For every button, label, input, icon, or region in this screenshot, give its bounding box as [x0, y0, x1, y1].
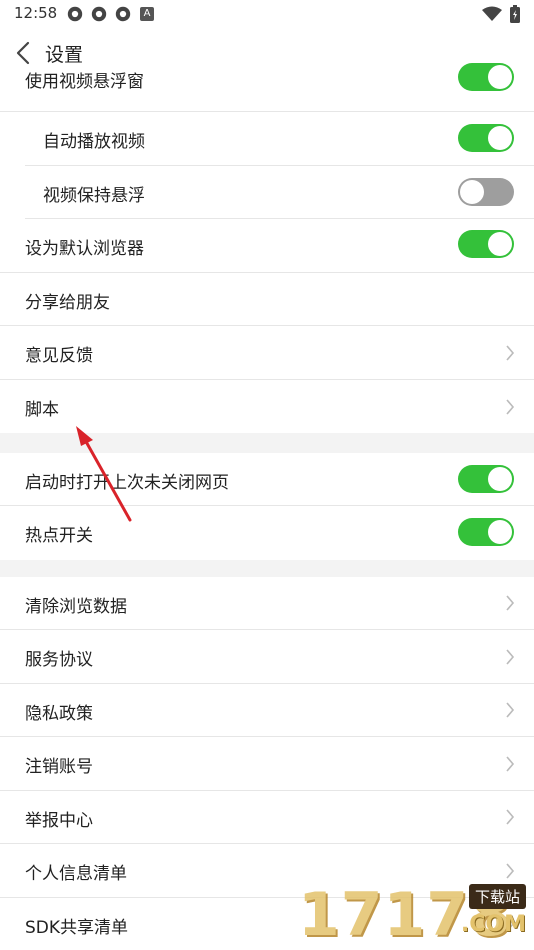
- row-label: 视频保持悬浮: [43, 186, 145, 206]
- gear-icon: [91, 6, 107, 22]
- gear-icon: [67, 6, 83, 22]
- settings-row-report-center[interactable]: 举报中心: [0, 791, 534, 844]
- settings-row-clear-browsing-data[interactable]: 清除浏览数据: [0, 577, 534, 630]
- hotspot-toggle[interactable]: [458, 518, 514, 546]
- row-label: 服务协议: [25, 650, 93, 670]
- notification-icons: A: [66, 5, 154, 23]
- row-label: 脚本: [25, 400, 59, 420]
- status-time: 12:58: [14, 4, 58, 22]
- video-keep-floating-toggle[interactable]: [458, 178, 514, 206]
- toggle-knob: [488, 520, 512, 544]
- settings-row-feedback[interactable]: 意见反馈: [0, 326, 534, 380]
- toggle-knob: [488, 126, 512, 150]
- toggle-knob: [488, 65, 512, 89]
- gear-icon: [115, 6, 131, 22]
- chevron-right-icon: [506, 595, 515, 611]
- settings-row-service-agreement[interactable]: 服务协议: [0, 630, 534, 684]
- section-gap: [0, 560, 534, 577]
- row-label: 自动播放视频: [43, 132, 145, 152]
- row-label: 隐私政策: [25, 704, 93, 724]
- settings-row-autoplay-video[interactable]: 自动播放视频: [0, 112, 534, 166]
- chevron-right-icon: [506, 756, 515, 772]
- row-label: 分享给朋友: [25, 293, 110, 313]
- watermark-badge: 下载站: [468, 884, 526, 909]
- autoplay-video-toggle[interactable]: [458, 124, 514, 152]
- settings-row-video-float-window[interactable]: 使用视频悬浮窗: [0, 63, 534, 112]
- system-icons: [482, 5, 520, 23]
- status-bar: 12:58 A: [0, 0, 534, 28]
- settings-row-hotspot-switch[interactable]: 热点开关: [0, 506, 534, 560]
- a-badge-icon: A: [140, 7, 154, 21]
- chevron-right-icon: [506, 649, 515, 665]
- chevron-right-icon: [506, 345, 515, 361]
- settings-row-default-browser[interactable]: 设为默认浏览器: [0, 219, 534, 273]
- chevron-right-icon: [506, 863, 515, 879]
- toggle-knob: [460, 180, 484, 204]
- restore-tabs-toggle[interactable]: [458, 465, 514, 493]
- chevron-right-icon: [506, 702, 515, 718]
- settings-row-share-with-friends[interactable]: 分享给朋友: [0, 273, 534, 326]
- row-label: 热点开关: [25, 526, 93, 546]
- default-browser-toggle[interactable]: [458, 230, 514, 258]
- back-arrow-icon[interactable]: [12, 40, 36, 66]
- battery-charging-icon: [510, 5, 520, 23]
- section-gap: [0, 433, 534, 453]
- settings-row-delete-account[interactable]: 注销账号: [0, 737, 534, 791]
- row-label: 举报中心: [25, 811, 93, 831]
- settings-row-script[interactable]: 脚本: [0, 380, 534, 433]
- page-title: 设置: [45, 44, 84, 66]
- row-label: 意见反馈: [25, 346, 93, 366]
- chevron-right-icon: [506, 399, 515, 415]
- chevron-right-icon: [506, 809, 515, 825]
- row-label: 使用视频悬浮窗: [25, 72, 144, 92]
- wifi-icon: [482, 6, 502, 21]
- row-label: 个人信息清单: [25, 864, 127, 884]
- settings-row-restore-tabs-on-launch[interactable]: 启动时打开上次未关闭网页: [0, 453, 534, 506]
- watermark-domain: .COM: [460, 912, 526, 937]
- toggle-knob: [488, 232, 512, 256]
- settings-row-privacy-policy[interactable]: 隐私政策: [0, 684, 534, 737]
- row-label: 注销账号: [25, 757, 93, 777]
- toggle-knob: [488, 467, 512, 491]
- row-label: 设为默认浏览器: [25, 239, 144, 259]
- watermark-logo: 17178 下载站 .COM: [298, 880, 528, 950]
- settings-row-video-keep-floating[interactable]: 视频保持悬浮: [0, 166, 534, 219]
- row-label: 清除浏览数据: [25, 597, 127, 617]
- row-label: SDK共享清单: [25, 918, 129, 938]
- video-float-window-toggle[interactable]: [458, 63, 514, 91]
- row-label: 启动时打开上次未关闭网页: [25, 473, 229, 493]
